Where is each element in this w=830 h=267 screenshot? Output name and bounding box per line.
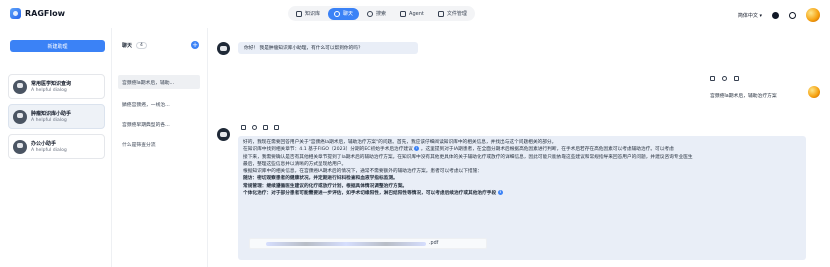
github-icon[interactable] [772, 11, 779, 19]
assistant-card-medical[interactable]: 常用医学知识查询 A helpful dialog [8, 74, 105, 99]
file-icon [437, 10, 444, 17]
document-name-blurred [266, 241, 426, 246]
header-tools: 简体中文 ▾ [738, 8, 820, 22]
referenced-document[interactable]: .pdf [249, 238, 487, 249]
regenerate-icon[interactable] [722, 76, 727, 81]
assistant-desc: A helpful dialog [31, 118, 67, 123]
language-label: 简体中文 [737, 12, 758, 19]
nav-search-label: 搜索 [376, 11, 387, 17]
answer-line: 好的，我现在需要回答用户关于"宫颈癌Ia期术后，辅助治疗方案"的问题。首先，我应… [243, 140, 557, 145]
answer-line-text: 在知识库中找到相关章节：4.1 基于FIGO（2023）分期的EC初始手术后治疗… [243, 147, 413, 153]
nav-file-management-label: 文件管理 [446, 11, 467, 17]
add-conversation-button[interactable]: + [191, 41, 199, 49]
user-avatar[interactable] [806, 8, 820, 22]
search-icon [367, 10, 374, 17]
chat-area: 你好！ 我是肿瘤知识库小助理，有什么可以帮到你的吗？ 宫颈癌Ia期术后，辅助治疗… [208, 28, 830, 267]
conversation-count-badge: 4 [136, 42, 147, 49]
answer-line: 常规管理：继续遵循医生建议的化疗或放疗计划，根据具体情况调整治疗方案。 [243, 183, 408, 189]
delete-icon[interactable] [734, 76, 739, 81]
top-bar: RAGFlow 知识库 聊天 搜索 Agent 文件管理 简体中文 ▾ [0, 0, 830, 28]
database-icon [296, 10, 302, 17]
copy-icon[interactable] [241, 125, 246, 130]
main-nav: 知识库 聊天 搜索 Agent 文件管理 [288, 6, 475, 21]
nav-chat-label: 聊天 [343, 11, 354, 17]
conversation-header: 聊天 4 [122, 42, 147, 49]
nav-agent-label: Agent [409, 10, 424, 17]
nav-knowledge-base-label: 知识库 [305, 11, 321, 17]
user-message-actions [710, 76, 742, 81]
nav-search[interactable]: 搜索 [361, 8, 392, 20]
ragflow-logo-icon [10, 8, 21, 19]
assistant-desc: A helpful dialog [31, 148, 67, 153]
app-name: RAGFlow [25, 9, 66, 18]
conversation-item[interactable]: 鳞癌宫颈癌，一线治... [118, 97, 200, 111]
answer-line: 随访：密切观察患者的健康状况，并定期进行妇科检查和血液学指标监测。 [243, 176, 398, 182]
language-select[interactable]: 简体中文 ▾ [738, 12, 762, 19]
assistant-list-panel: 新建助理 常用医学知识查询 A helpful dialog 肿瘤知识库小助手 … [0, 28, 112, 267]
thumbs-up-icon[interactable] [263, 125, 268, 130]
greeting-bubble: 你好！ 我是肿瘤知识库小助理，有什么可以帮到你的吗？ [238, 42, 418, 54]
conversation-item[interactable]: 什么是筛查分流 [118, 137, 200, 151]
citation-icon[interactable]: i [497, 190, 503, 196]
citation-icon[interactable]: i [414, 146, 420, 152]
answer-actions [241, 125, 282, 130]
conversation-list-panel: 聊天 4 + 宫颈癌Ia期术后，辅助... 鳞癌宫颈癌，一线治... 宫颈癌早期… [112, 28, 208, 267]
bot-avatar-icon [217, 128, 230, 141]
assistant-name: 常用医学知识查询 [31, 81, 72, 87]
assistant-name: 肿瘤知识库小助手 [31, 111, 72, 117]
app-logo[interactable]: RAGFlow [10, 8, 65, 19]
thumbs-down-icon[interactable] [274, 125, 279, 130]
assistant-avatar-icon [13, 79, 27, 94]
answer-line-text: 。这里提到对于IA期患者，在全面分期术后根据高危因素进行判断，在手术后若存在高危… [420, 147, 674, 153]
user-message-text: 宫颈癌Ia期术后，辅助治疗方案 [710, 94, 777, 99]
greeting-text: 你好！ 我是肿瘤知识库小助理，有什么可以帮到你的吗？ [244, 46, 363, 51]
document-extension: .pdf [429, 241, 439, 246]
assistant-avatar-icon [13, 139, 27, 154]
assistant-card-oncology[interactable]: 肿瘤知识库小助手 A helpful dialog [8, 104, 105, 129]
play-audio-icon[interactable] [252, 125, 257, 130]
chat-icon [334, 10, 341, 17]
nav-file-management[interactable]: 文件管理 [432, 8, 473, 20]
answer-line: 在知识库中找到相关章节：4.1 基于FIGO（2023）分期的EC初始手术后治疗… [243, 146, 801, 153]
answer-line: 最后，整理这些信息并以清晰的方式呈现给用户。 [243, 161, 347, 167]
nav-agent[interactable]: Agent [394, 8, 430, 20]
answer-line-text: 个体化治疗：对于部分患者可能需要进一步评估，如手术切缘阳性，淋巴结阳性等情况，可… [243, 191, 497, 197]
nav-chat[interactable]: 聊天 [328, 7, 360, 20]
user-message-avatar [808, 86, 820, 98]
copy-icon[interactable] [710, 76, 715, 81]
answer-line: 接下来，我需要确认是否有其他相关章节提到了Ia期术后的辅助治疗方案。在知识库中没… [243, 154, 693, 160]
conversation-item[interactable]: 宫颈癌Ia期术后，辅助... [118, 75, 200, 89]
answer-line: 根据知识库中的相关信息，在宫颈癌IA期术后的情况下，通常不需要额外的辅助治疗方案… [243, 169, 482, 175]
assistant-card-office[interactable]: 办公小助手 A helpful dialog [8, 134, 105, 159]
assistant-avatar-icon [13, 109, 27, 124]
conversation-title: 聊天 [122, 43, 133, 49]
theme-toggle-icon[interactable] [789, 11, 796, 19]
answer-line: 个体化治疗：对于部分患者可能需要进一步评估，如手术切缘阳性，淋巴结阳性等情况，可… [243, 190, 801, 197]
assistant-desc: A helpful dialog [31, 88, 67, 93]
nav-knowledge-base[interactable]: 知识库 [290, 8, 326, 20]
new-assistant-button[interactable]: 新建助理 [10, 40, 105, 52]
assistant-name: 办公小助手 [31, 141, 57, 147]
bot-avatar-icon [217, 42, 230, 55]
agent-icon [400, 10, 407, 17]
conversation-item[interactable]: 宫颈癌早期典型的各... [118, 117, 200, 131]
